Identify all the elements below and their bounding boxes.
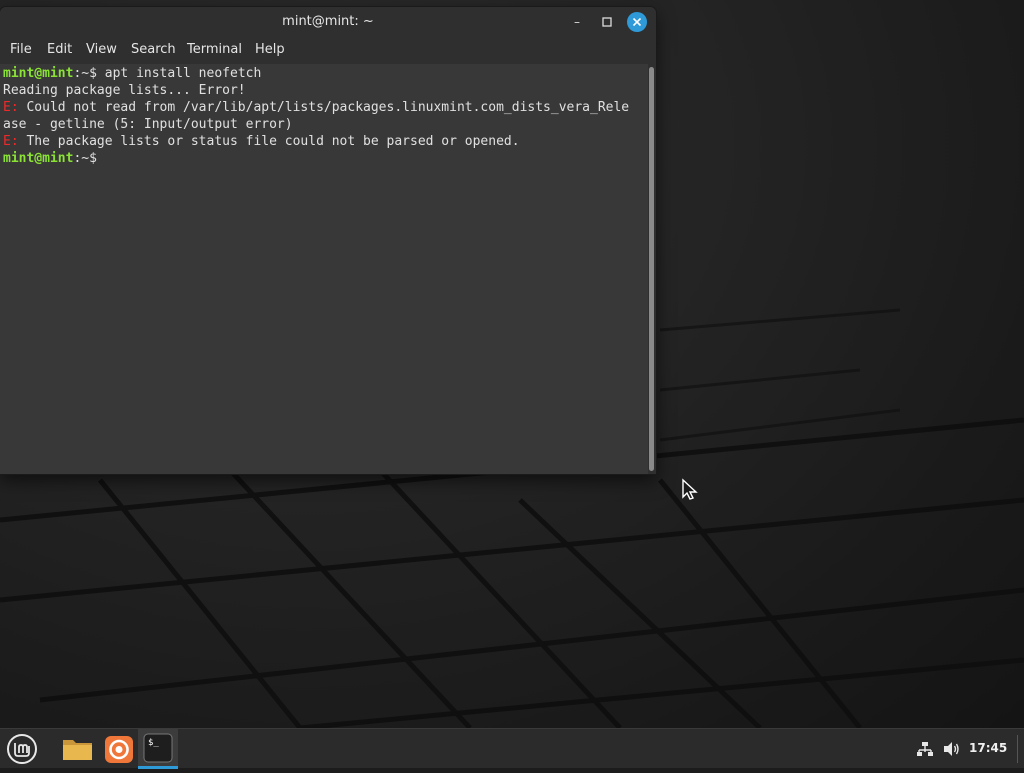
prompt-path: :~$ xyxy=(73,66,105,81)
start-menu-button[interactable] xyxy=(4,729,40,769)
terminal-icon: $_ xyxy=(143,733,173,763)
menu-view[interactable]: View xyxy=(86,42,117,57)
scrollbar-thumb[interactable] xyxy=(649,67,654,471)
prompt-user: mint@mint xyxy=(3,151,74,166)
prompt-user: mint@mint xyxy=(3,66,74,81)
command-text: apt install neofetch xyxy=(104,66,262,81)
menu-file[interactable]: File xyxy=(10,42,32,57)
error-line: E: The package lists or status file coul… xyxy=(3,133,648,150)
menu-help[interactable]: Help xyxy=(255,42,285,57)
window-title: mint@mint: ~ xyxy=(282,14,374,29)
mouse-pointer-icon xyxy=(682,478,698,500)
error-text: Could not read from /var/lib/apt/lists/p… xyxy=(18,100,630,115)
taskbar-clock[interactable]: 17:45 xyxy=(969,741,1007,755)
volume-icon[interactable] xyxy=(942,740,962,758)
show-desktop-button[interactable] xyxy=(1017,735,1023,763)
menu-edit[interactable]: Edit xyxy=(47,42,72,57)
svg-text:$_: $_ xyxy=(148,738,159,748)
close-icon xyxy=(632,17,642,27)
files-icon xyxy=(63,740,92,760)
taskbar: $_ 17:45 xyxy=(0,728,1024,769)
terminal-output[interactable]: mint@mint:~$ apt install neofetch Readin… xyxy=(0,64,648,474)
minimize-button[interactable]: – xyxy=(567,12,587,32)
menu-terminal[interactable]: Terminal xyxy=(187,42,242,57)
close-button[interactable] xyxy=(627,12,647,32)
maximize-button[interactable] xyxy=(597,12,617,32)
maximize-icon xyxy=(602,17,612,27)
error-prefix: E: xyxy=(3,100,19,115)
error-line: E: Could not read from /var/lib/apt/list… xyxy=(3,99,648,116)
menu-bar: File Edit View Search Terminal Help xyxy=(0,37,656,63)
output-line: Reading package lists... Error! xyxy=(3,83,246,98)
firefox-icon xyxy=(105,736,133,763)
error-prefix: E: xyxy=(3,134,19,149)
network-icon[interactable] xyxy=(916,740,934,758)
error-line-wrap: ase - getline (5: Input/output error) xyxy=(3,117,293,132)
mint-menu-icon xyxy=(7,734,37,764)
window-titlebar[interactable]: mint@mint: ~ – xyxy=(0,7,656,37)
files-launcher[interactable] xyxy=(58,729,98,769)
prompt-path: :~$ xyxy=(73,151,97,166)
menu-search[interactable]: Search xyxy=(131,42,176,57)
firefox-launcher[interactable] xyxy=(100,729,138,769)
prompt-line: mint@mint:~$ xyxy=(3,150,648,167)
terminal-taskbar-button[interactable]: $_ xyxy=(138,729,178,769)
command-line: mint@mint:~$ apt install neofetch xyxy=(3,65,648,82)
terminal-window[interactable]: mint@mint: ~ – File Edit View Search Ter… xyxy=(0,7,656,474)
error-text: The package lists or status file could n… xyxy=(18,134,520,149)
terminal-scrollbar[interactable] xyxy=(648,64,656,474)
